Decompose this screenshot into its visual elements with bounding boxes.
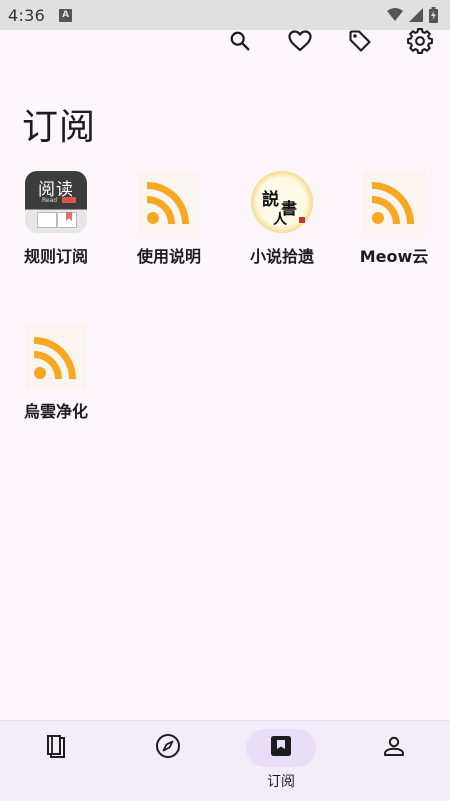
seal-stamp	[299, 217, 305, 223]
nav-label: 订阅	[267, 774, 295, 790]
gear-icon[interactable]	[405, 26, 435, 56]
status-icons	[387, 7, 438, 23]
compass-icon	[155, 733, 181, 763]
nav-pill	[133, 729, 203, 767]
grid-item-label: 规则订阅	[23, 247, 88, 266]
rss-icon	[363, 171, 425, 233]
app-logo-icon: 阅读 Read	[25, 171, 87, 233]
calligraphy-badge-icon: 説 書 人	[251, 171, 313, 233]
nav-pill-active	[246, 729, 316, 767]
tag-icon[interactable]	[345, 26, 375, 56]
nav-pill	[21, 729, 91, 767]
calli-char-3: 人	[273, 212, 287, 228]
grid-item-wuyun-purify[interactable]: 烏雲净化	[6, 326, 106, 422]
wifi-icon	[387, 8, 403, 22]
nav-item-discover[interactable]	[112, 721, 224, 801]
grid-item-rule-subscription[interactable]: 阅读 Read 规则订阅	[6, 171, 106, 267]
book-icon	[45, 734, 67, 762]
signal-icon	[409, 8, 423, 22]
battery-icon	[429, 7, 438, 23]
nav-item-bookshelf[interactable]	[0, 721, 112, 801]
person-icon	[382, 734, 406, 762]
rss-icon	[25, 326, 87, 388]
grid-item-label: 使用说明	[136, 247, 201, 266]
grid-item-label: 小说拾遗	[249, 247, 314, 266]
tile-badge	[62, 197, 76, 203]
tile-sub-text: Read	[42, 197, 58, 204]
page-title: 订阅	[22, 107, 97, 148]
nav-pill	[359, 729, 429, 767]
bookmark-icon	[270, 735, 292, 761]
rss-icon	[138, 171, 200, 233]
grid-item-novel-gleanings[interactable]: 説 書 人 小说拾遗	[232, 171, 332, 267]
nav-item-profile[interactable]	[338, 721, 450, 801]
tile-book-left	[37, 212, 57, 228]
grid-item-label: Meow云	[359, 247, 429, 266]
status-time: 4:36	[8, 5, 46, 25]
search-icon[interactable]	[225, 26, 255, 56]
nav-item-subscription[interactable]: 订阅	[225, 721, 337, 801]
calli-char-1: 説	[262, 190, 279, 210]
bottom-navigation: 订阅	[0, 720, 450, 801]
heart-icon[interactable]	[285, 26, 315, 56]
a-letter-icon: A	[59, 8, 73, 22]
grid-item-label: 烏雲净化	[23, 402, 88, 421]
grid-item-usage-guide[interactable]: 使用说明	[119, 171, 219, 267]
grid-item-meow-cloud[interactable]: Meow云	[344, 171, 444, 267]
